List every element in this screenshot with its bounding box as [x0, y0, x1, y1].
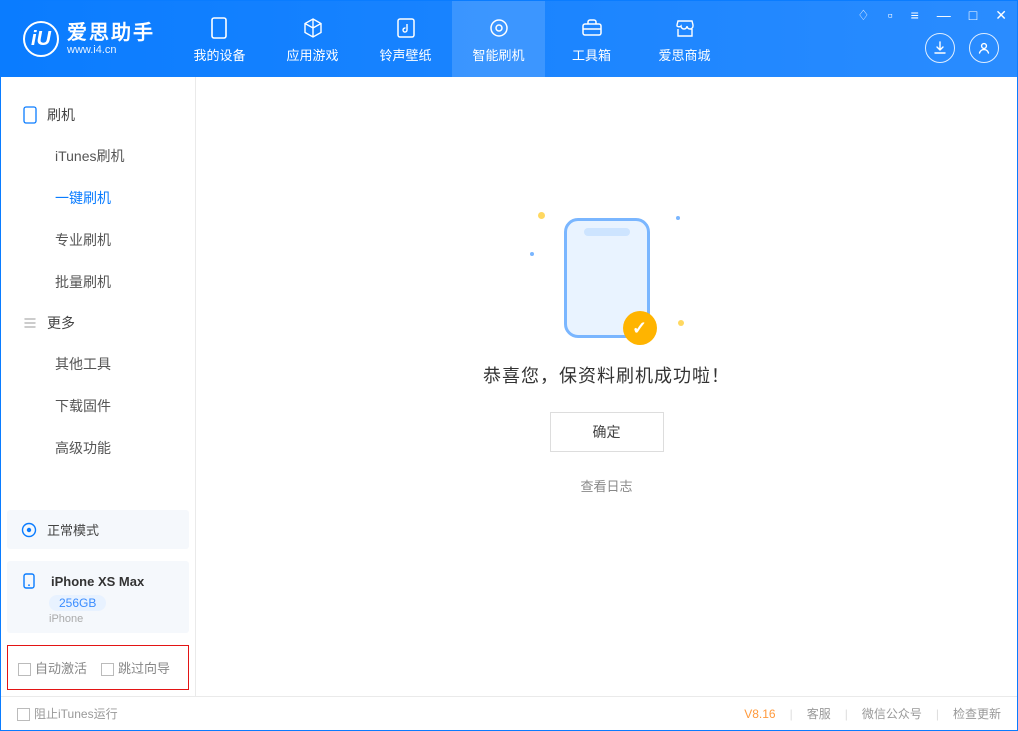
window-mini-icon[interactable]: ▫	[884, 5, 897, 26]
sidebar-group-title: 刷机	[47, 105, 75, 125]
footer-link-update[interactable]: 检查更新	[953, 705, 1001, 722]
toolbox-icon	[579, 15, 605, 41]
device-storage: 256GB	[49, 595, 106, 611]
logo-text: 爱思助手 www.i4.cn	[67, 22, 155, 56]
footer-link-support[interactable]: 客服	[807, 705, 831, 722]
music-icon	[393, 15, 419, 41]
device-name: iPhone XS Max	[51, 574, 144, 589]
logo-cn: 爱思助手	[67, 22, 155, 44]
success-illustration: ✓	[564, 218, 650, 338]
nav-label: 智能刷机	[472, 45, 524, 64]
nav-item-device[interactable]: 我的设备	[173, 1, 266, 77]
menu-icon[interactable]: ≡	[907, 5, 923, 26]
option-row: 自动激活 跳过向导	[7, 645, 189, 690]
sidebar-group-flash: 刷机	[1, 95, 195, 135]
maximize-icon[interactable]: □	[965, 5, 981, 26]
sidebar-item[interactable]: 高级功能	[1, 427, 195, 469]
shop-icon	[672, 15, 698, 41]
app-header: iU 爱思助手 www.i4.cn 我的设备 应用游戏 铃声壁纸 智能刷机 工具箱 爱思商…	[1, 1, 1017, 77]
nav-item-shop[interactable]: 爱思商城	[638, 1, 731, 77]
footer: 阻止iTunes运行 V8.16 | 客服 | 微信公众号 | 检查更新	[1, 696, 1017, 730]
device-info-card[interactable]: iPhone XS Max 256GB iPhone	[7, 561, 189, 633]
sidebar-item[interactable]: 专业刷机	[1, 219, 195, 261]
logo-mark: iU	[23, 21, 59, 57]
shirt-icon[interactable]: ♢	[853, 5, 874, 26]
block-itunes-label: 阻止iTunes运行	[34, 707, 118, 721]
nav-label: 爱思商城	[658, 45, 710, 64]
nav-label: 我的设备	[193, 45, 245, 64]
user-button[interactable]	[969, 33, 999, 63]
nav-item-cube[interactable]: 应用游戏	[266, 1, 359, 77]
view-log-link[interactable]: 查看日志	[580, 476, 632, 495]
logo-en: www.i4.cn	[67, 44, 155, 56]
ok-button[interactable]: 确定	[550, 412, 664, 452]
footer-link-wechat[interactable]: 微信公众号	[862, 705, 922, 722]
sidebar-group-more: 更多	[1, 303, 195, 343]
device-icon	[207, 15, 233, 41]
skip-guide-checkbox[interactable]: 跳过向导	[101, 658, 170, 677]
gear-icon	[486, 15, 512, 41]
minimize-icon[interactable]: —	[933, 5, 955, 26]
header-right	[925, 33, 999, 63]
nav-label: 铃声壁纸	[379, 45, 431, 64]
sidebar: 刷机 iTunes刷机一键刷机专业刷机批量刷机 更多 其他工具下载固件高级功能 …	[1, 77, 196, 696]
device-mode-card[interactable]: 正常模式	[7, 510, 189, 549]
app-body: 刷机 iTunes刷机一键刷机专业刷机批量刷机 更多 其他工具下载固件高级功能 …	[1, 77, 1017, 696]
sidebar-item[interactable]: 批量刷机	[1, 261, 195, 303]
list-icon	[23, 316, 37, 330]
download-icon	[933, 41, 947, 55]
sidebar-item[interactable]: 下载固件	[1, 385, 195, 427]
sidebar-group-title: 更多	[47, 313, 75, 333]
sidebar-item[interactable]: iTunes刷机	[1, 135, 195, 177]
main-nav: 我的设备 应用游戏 铃声壁纸 智能刷机 工具箱 爱思商城	[173, 1, 731, 77]
block-itunes-checkbox[interactable]: 阻止iTunes运行	[17, 705, 118, 722]
skip-guide-label: 跳过向导	[118, 661, 170, 676]
user-icon	[977, 41, 991, 55]
nav-item-toolbox[interactable]: 工具箱	[545, 1, 638, 77]
nav-label: 应用游戏	[286, 45, 338, 64]
check-badge-icon: ✓	[623, 311, 657, 345]
nav-item-gear[interactable]: 智能刷机	[452, 1, 545, 77]
auto-activate-checkbox[interactable]: 自动激活	[18, 658, 87, 677]
phone-graphic: ✓	[564, 218, 650, 338]
close-icon[interactable]: ✕	[991, 5, 1011, 26]
phone-icon	[21, 573, 37, 589]
main-panel: ✓ 恭喜您，保资料刷机成功啦！ 确定 查看日志	[196, 77, 1017, 696]
device-mode-label: 正常模式	[47, 520, 99, 539]
mode-icon	[21, 522, 37, 538]
window-controls: ♢ ▫ ≡ — □ ✕	[853, 5, 1011, 26]
nav-item-music[interactable]: 铃声壁纸	[359, 1, 452, 77]
sidebar-item[interactable]: 其他工具	[1, 343, 195, 385]
nav-label: 工具箱	[572, 45, 611, 64]
success-message: 恭喜您，保资料刷机成功啦！	[483, 362, 730, 388]
logo: iU 爱思助手 www.i4.cn	[1, 1, 173, 77]
download-button[interactable]	[925, 33, 955, 63]
device-type: iPhone	[49, 613, 175, 625]
cube-icon	[300, 15, 326, 41]
auto-activate-label: 自动激活	[35, 661, 87, 676]
version-label: V8.16	[744, 707, 775, 721]
phone-outline-icon	[23, 106, 37, 124]
sidebar-item[interactable]: 一键刷机	[1, 177, 195, 219]
